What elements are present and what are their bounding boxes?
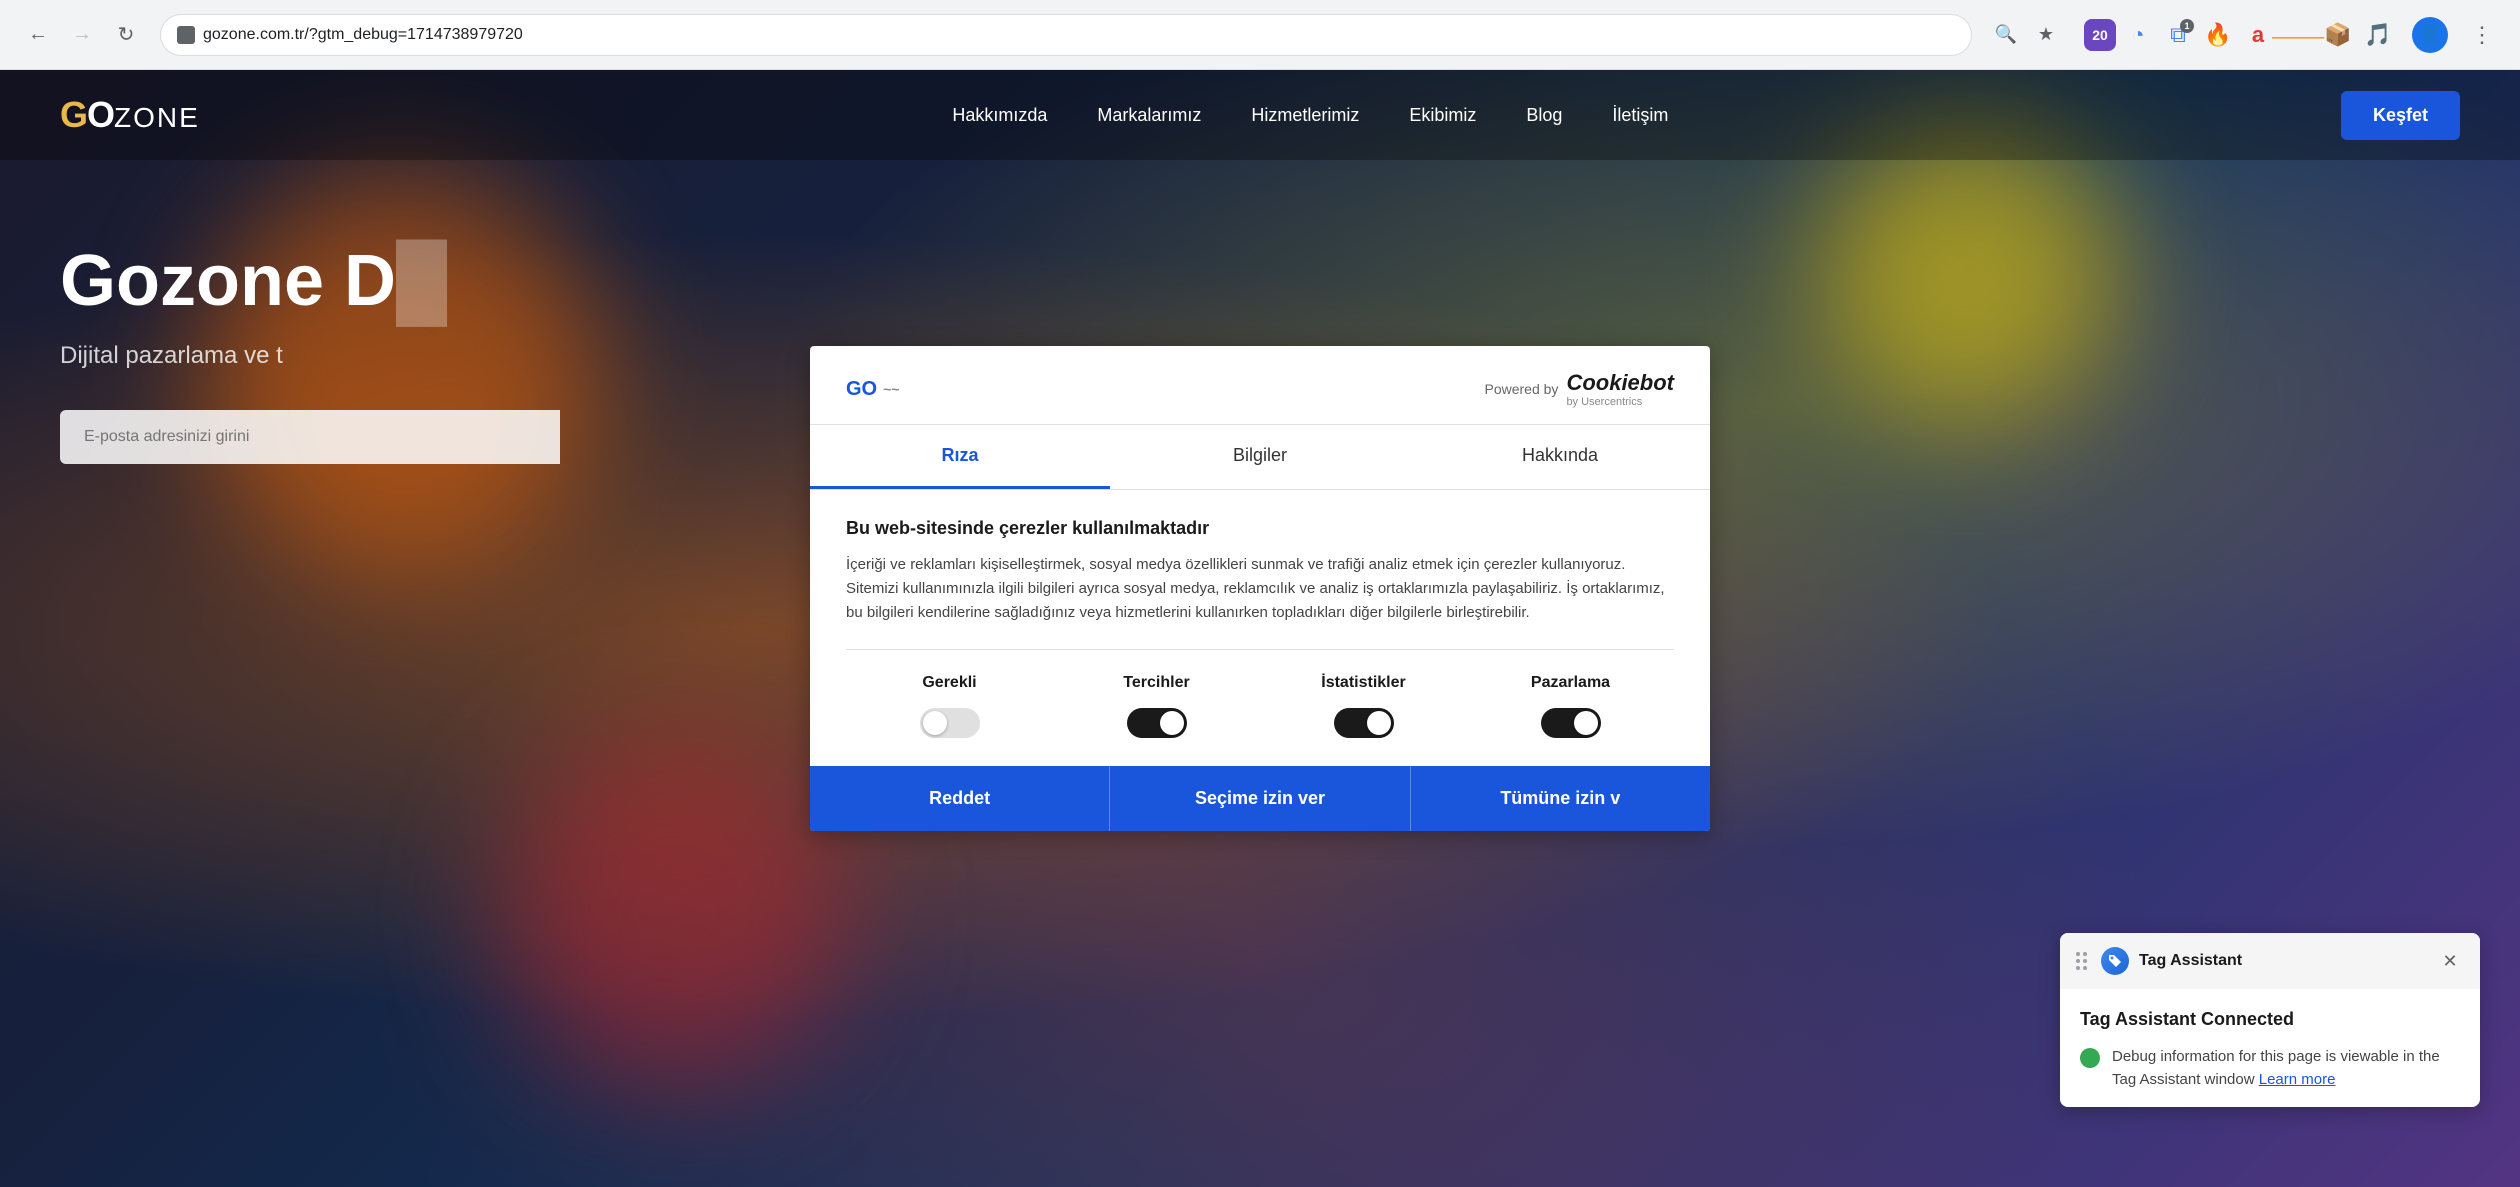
- toggle-tercihler-switch[interactable]: [1127, 708, 1187, 738]
- ext-icon-1[interactable]: 20: [2084, 19, 2116, 51]
- url-text: gozone.com.tr/?gtm_debug=1714738979720: [203, 26, 523, 44]
- tag-status-row: Debug information for this page is viewa…: [2080, 1046, 2460, 1091]
- tag-connected-title: Tag Assistant Connected: [2080, 1009, 2460, 1030]
- toggle-pazarlama: Pazarlama: [1467, 674, 1674, 738]
- reddet-button[interactable]: Reddet: [810, 766, 1109, 831]
- tab-bilgiler[interactable]: Bilgiler: [1110, 425, 1410, 489]
- toggle-istatistikler: İstatistikler: [1260, 674, 1467, 738]
- forward-button[interactable]: →: [64, 17, 100, 53]
- toolbar-icons: 🔍 ★: [1988, 17, 2064, 53]
- cookiebot-sub: by Usercentrics: [1566, 396, 1674, 408]
- tag-status-dot: [2080, 1048, 2100, 1068]
- drag-handle-icon[interactable]: [2076, 952, 2087, 970]
- toggle-tercihler: Tercihler: [1053, 674, 1260, 738]
- toggle-istatistikler-knob: [1367, 711, 1391, 735]
- ext-icon-6[interactable]: ⸻: [2280, 17, 2316, 53]
- extension-icons: 20 ◔ ⧉ 1 🔥 a ⸻ 📦 🎵: [2084, 17, 2396, 53]
- toggle-gerekli-switch[interactable]: [920, 708, 980, 738]
- reload-button[interactable]: ↻: [108, 17, 144, 53]
- tab-riza[interactable]: Rıza: [810, 425, 1110, 489]
- tag-assistant-icon: [2101, 947, 2129, 975]
- toggles-row: Gerekli Tercihler İstatistikler: [846, 649, 1674, 738]
- browser-chrome: ← → ↻ gozone.com.tr/?gtm_debug=171473897…: [0, 0, 2520, 70]
- modal-body: Bu web-sitesinde çerezler kullanılmaktad…: [810, 490, 1710, 766]
- back-button[interactable]: ←: [20, 17, 56, 53]
- cookie-modal: GO ~~ Powered by Cookiebot by Usercentri…: [810, 346, 1710, 831]
- ext-icon-7[interactable]: 📦: [2320, 17, 2356, 53]
- tag-assistant-title: Tag Assistant: [2139, 952, 2426, 970]
- toggle-gerekli-knob: [923, 711, 947, 735]
- address-bar[interactable]: gozone.com.tr/?gtm_debug=1714738979720: [160, 14, 1972, 56]
- ext-icon-4[interactable]: 🔥: [2200, 17, 2236, 53]
- cookiebot-logo: Cookiebot: [1566, 370, 1674, 396]
- tag-assistant-close-button[interactable]: ✕: [2436, 947, 2464, 975]
- ext-icon-2[interactable]: ◔: [2120, 17, 2156, 53]
- search-icon[interactable]: 🔍: [1988, 17, 2024, 53]
- tumune-button[interactable]: Tümüne izin v: [1411, 766, 1710, 831]
- toggle-gerekli-label: Gerekli: [922, 674, 976, 692]
- toggle-istatistikler-label: İstatistikler: [1321, 674, 1405, 692]
- cookiebot-branding: Powered by Cookiebot by Usercentrics: [1485, 370, 1675, 408]
- modal-body-title: Bu web-sitesinde çerezler kullanılmaktad…: [846, 518, 1674, 539]
- tag-assistant-body: Tag Assistant Connected Debug informatio…: [2060, 989, 2480, 1107]
- toggle-gerekli: Gerekli: [846, 674, 1053, 738]
- modal-logo: GO ~~: [846, 378, 899, 401]
- toggle-pazarlama-knob: [1574, 711, 1598, 735]
- modal-tabs: Rıza Bilgiler Hakkında: [810, 425, 1710, 490]
- modal-body-description: İçeriği ve reklamları kişiselleştirmek, …: [846, 553, 1674, 625]
- site-security-icon: [177, 26, 195, 44]
- toggle-tercihler-label: Tercihler: [1123, 674, 1189, 692]
- secim-button[interactable]: Seçime izin ver: [1109, 766, 1410, 831]
- ext-icon-8[interactable]: 🎵: [2360, 17, 2396, 53]
- ext-icon-3[interactable]: ⧉ 1: [2160, 17, 2196, 53]
- tag-assistant-header: Tag Assistant ✕: [2060, 933, 2480, 989]
- menu-button[interactable]: ⋮: [2464, 17, 2500, 53]
- toggle-pazarlama-label: Pazarlama: [1531, 674, 1610, 692]
- profile-button[interactable]: 👤: [2412, 17, 2448, 53]
- toggle-tercihler-knob: [1160, 711, 1184, 735]
- modal-header: GO ~~ Powered by Cookiebot by Usercentri…: [810, 346, 1710, 425]
- website-background: GOZONE Hakkımızda Markalarımız Hizmetler…: [0, 70, 2520, 1187]
- tag-status-text: Debug information for this page is viewa…: [2112, 1046, 2460, 1091]
- toggle-istatistikler-switch[interactable]: [1334, 708, 1394, 738]
- nav-buttons: ← → ↻: [20, 17, 144, 53]
- bookmark-icon[interactable]: ★: [2028, 17, 2064, 53]
- tag-learn-more-link[interactable]: Learn more: [2259, 1071, 2336, 1088]
- tab-hakkinda[interactable]: Hakkında: [1410, 425, 1710, 489]
- modal-buttons: Reddet Seçime izin ver Tümüne izin v: [810, 766, 1710, 831]
- tag-assistant-popup: Tag Assistant ✕ Tag Assistant Connected …: [2060, 933, 2480, 1107]
- toggle-pazarlama-switch[interactable]: [1541, 708, 1601, 738]
